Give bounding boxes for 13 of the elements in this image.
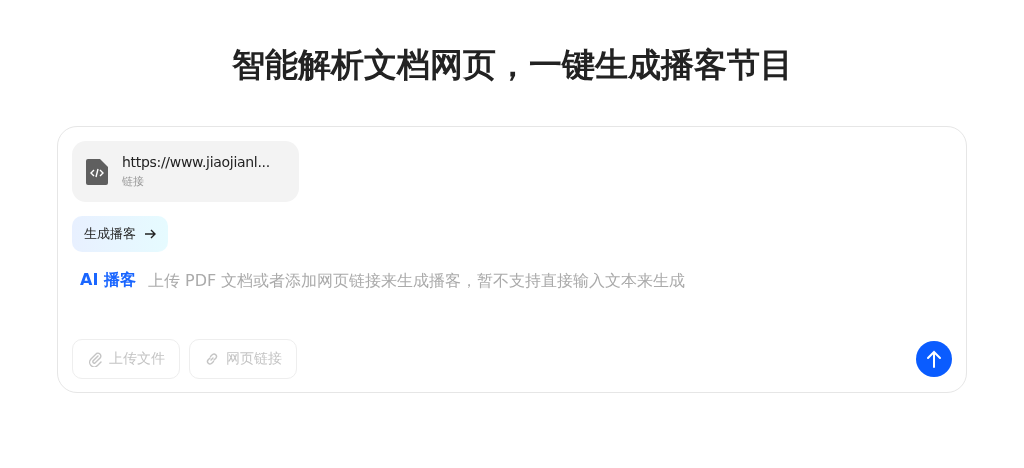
arrow-right-icon [144, 229, 156, 239]
attachment-name: https://www.jiaojianl... [122, 154, 270, 170]
paperclip-icon [87, 351, 103, 367]
attachment-type: 链接 [122, 174, 144, 189]
generate-podcast-button[interactable]: 生成播客 [72, 216, 168, 252]
mode-label: AI 播客 [80, 270, 136, 291]
link-icon [204, 351, 220, 367]
code-file-icon [86, 158, 108, 185]
arrow-up-icon [926, 350, 942, 368]
prompt-input[interactable]: 上传 PDF 文档或者添加网页链接来生成播客，暂不支持直接输入文本来生成 [147, 271, 952, 290]
attachment-chip[interactable]: https://www.jiaojianl... 链接 [72, 141, 299, 202]
page-title: 智能解析文档网页，一键生成播客节目 [231, 44, 793, 86]
send-button[interactable] [916, 341, 952, 377]
